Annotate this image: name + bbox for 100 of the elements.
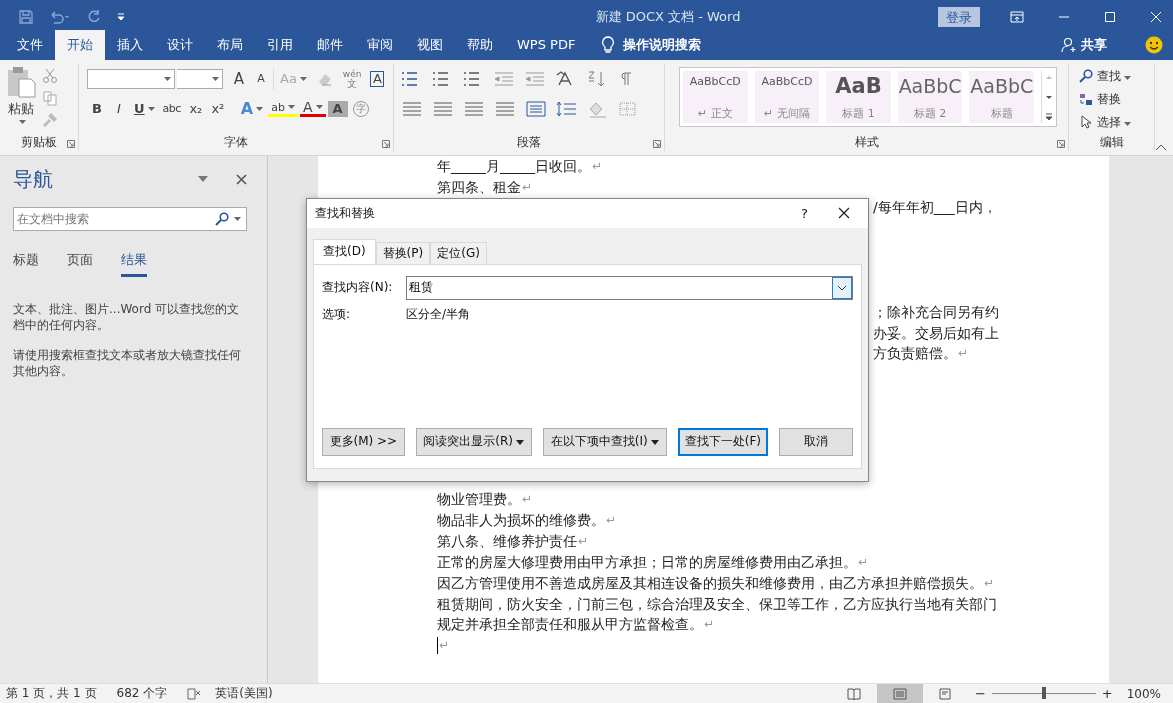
font-button[interactable]: A [327,100,348,117]
caret-icon[interactable] [212,76,219,81]
ribbon-tab[interactable]: 帮助 [455,29,505,60]
dialog-button[interactable]: 更多(M) >> [322,427,405,456]
pane-tab[interactable]: 结果 [121,250,147,277]
paste-button[interactable]: 粘贴 [6,65,36,133]
zoom-level[interactable]: 100% [1126,686,1161,701]
smiley-icon[interactable] [1145,35,1163,54]
distribute-icon[interactable] [524,99,548,118]
page-layout-icon[interactable] [876,684,923,703]
font-button[interactable]: abc [159,97,184,120]
scissors-icon[interactable] [42,67,58,84]
document-text: 年_____月_____日收回。 [437,156,591,176]
ribbon-tab[interactable]: 视图 [405,29,455,60]
language-indicator[interactable]: 英语(美国) [215,685,273,702]
editing-button[interactable]: 替换 [1097,90,1121,108]
dialog-launcher-icon[interactable] [1057,139,1065,148]
font-button[interactable]: B [87,97,107,120]
justify-icon[interactable] [493,99,517,118]
document-text: 办妥。交易后如有上 [873,323,999,343]
font-button[interactable]: x² [207,97,228,120]
tell-me-search[interactable]: 操作说明搜索 [623,35,702,54]
dialog-tab[interactable]: 替换(P) [375,241,431,264]
login-button[interactable]: 登录 [938,7,980,27]
ribbon-display-icon[interactable] [1010,11,1024,23]
font-button[interactable]: U [131,97,158,120]
close-icon[interactable] [838,207,850,220]
font-button[interactable]: I [109,97,129,120]
ribbon-tab[interactable]: 审阅 [355,29,405,60]
style-swatch[interactable]: AaB 标题 1 [826,70,891,123]
ribbon-tab[interactable]: 引用 [255,29,305,60]
dropdown-button[interactable] [832,276,852,299]
paragraph-mark: ↵ [858,553,869,571]
pane-tab[interactable]: 页面 [67,250,93,277]
help-button[interactable]: ? [801,205,808,221]
zoom-slider-thumb[interactable] [1041,687,1046,699]
search-icon[interactable] [215,211,229,226]
redo-icon[interactable] [86,9,102,25]
dialog-launcher-icon[interactable] [653,139,661,148]
caret-icon[interactable] [234,216,241,221]
dialog-button[interactable]: 取消 [779,427,853,456]
line-spacing-icon[interactable] [555,99,579,118]
align-left-icon[interactable] [400,99,424,118]
document-text: 第四条、租金 [437,177,521,197]
caret-icon [1124,75,1131,80]
ribbon-tab[interactable]: 邮件 [305,29,355,60]
ribbon-tab[interactable]: WPS PDF [505,29,588,60]
ribbon-tab[interactable]: 文件 [5,29,55,60]
ribbon-tab[interactable]: 开始 [55,29,105,60]
save-icon[interactable] [18,9,34,25]
dropdown-icon[interactable] [198,176,208,183]
word-count[interactable]: 682 个字 [116,685,168,702]
collapse-ribbon-icon[interactable] [1155,142,1167,151]
dialog-launcher-icon[interactable] [67,139,75,148]
font-button[interactable]: wén 文 [339,67,365,90]
zoom-in-button[interactable]: + [1101,686,1113,701]
zoom-out-button[interactable]: − [974,686,986,701]
ribbon-tab[interactable]: 插入 [105,29,155,60]
font-button[interactable]: A [370,70,385,87]
caret-icon[interactable] [19,119,26,124]
font-button[interactable]: A [229,67,249,90]
align-right-icon[interactable] [462,99,486,118]
dialog-button[interactable]: 在以下项中查找(I) [542,427,667,456]
find-what-field[interactable]: 租赁 [406,275,853,300]
ribbon-tab[interactable]: 布局 [205,29,255,60]
font-button[interactable]: x₂ [185,97,206,120]
pane-tab[interactable]: 标题 [13,250,39,277]
style-swatch[interactable]: AaBbC 标题 2 [897,70,963,123]
customize-toolbar-icon[interactable] [116,11,126,23]
style-swatch[interactable]: AaBbCcD ↵ 正文 [683,70,748,123]
align-center-icon[interactable] [431,99,455,118]
font-button[interactable]: A [251,67,271,90]
style-swatch[interactable]: AaBbCcD ↵ 无间隔 [754,70,820,123]
undo-icon[interactable] [48,9,72,25]
editing-button[interactable]: 选择 [1097,113,1131,131]
caret-icon [315,105,323,110]
caret-icon[interactable] [164,76,171,81]
maximize-icon[interactable] [1104,11,1116,23]
font-button[interactable]: A [299,100,326,117]
group-label: 样式 [854,134,879,152]
ribbon-tab[interactable]: 设计 [155,29,205,60]
dialog-button[interactable]: 阅读突出显示(R) [415,427,532,456]
dialog-tab[interactable]: 查找(D) [313,238,376,264]
editing-button[interactable]: 查找 [1097,67,1131,85]
search-field[interactable]: 在文档中搜索 [13,206,247,231]
dialog-tab[interactable]: 定位(G) [430,241,487,264]
group-label: 段落 [517,134,541,152]
dialog-button[interactable]: 查找下一处(F) [677,427,769,456]
page-count[interactable]: 第 1 页，共 1 页 [6,685,97,702]
paragraph-mark: ↵ [522,491,533,509]
document-text: 物业管理费。 [437,490,521,510]
font-size-field[interactable] [177,68,223,89]
person-add-icon[interactable] [1061,36,1077,53]
style-swatch[interactable]: AaBbC 标题 [969,70,1035,123]
close-icon[interactable] [236,173,247,185]
font-button[interactable]: ab [268,100,298,117]
font-name-field[interactable] [87,68,175,89]
proofing-icon[interactable] [187,687,202,700]
dialog-launcher-icon[interactable] [382,139,390,148]
share-button[interactable]: 共享 [1081,35,1107,54]
